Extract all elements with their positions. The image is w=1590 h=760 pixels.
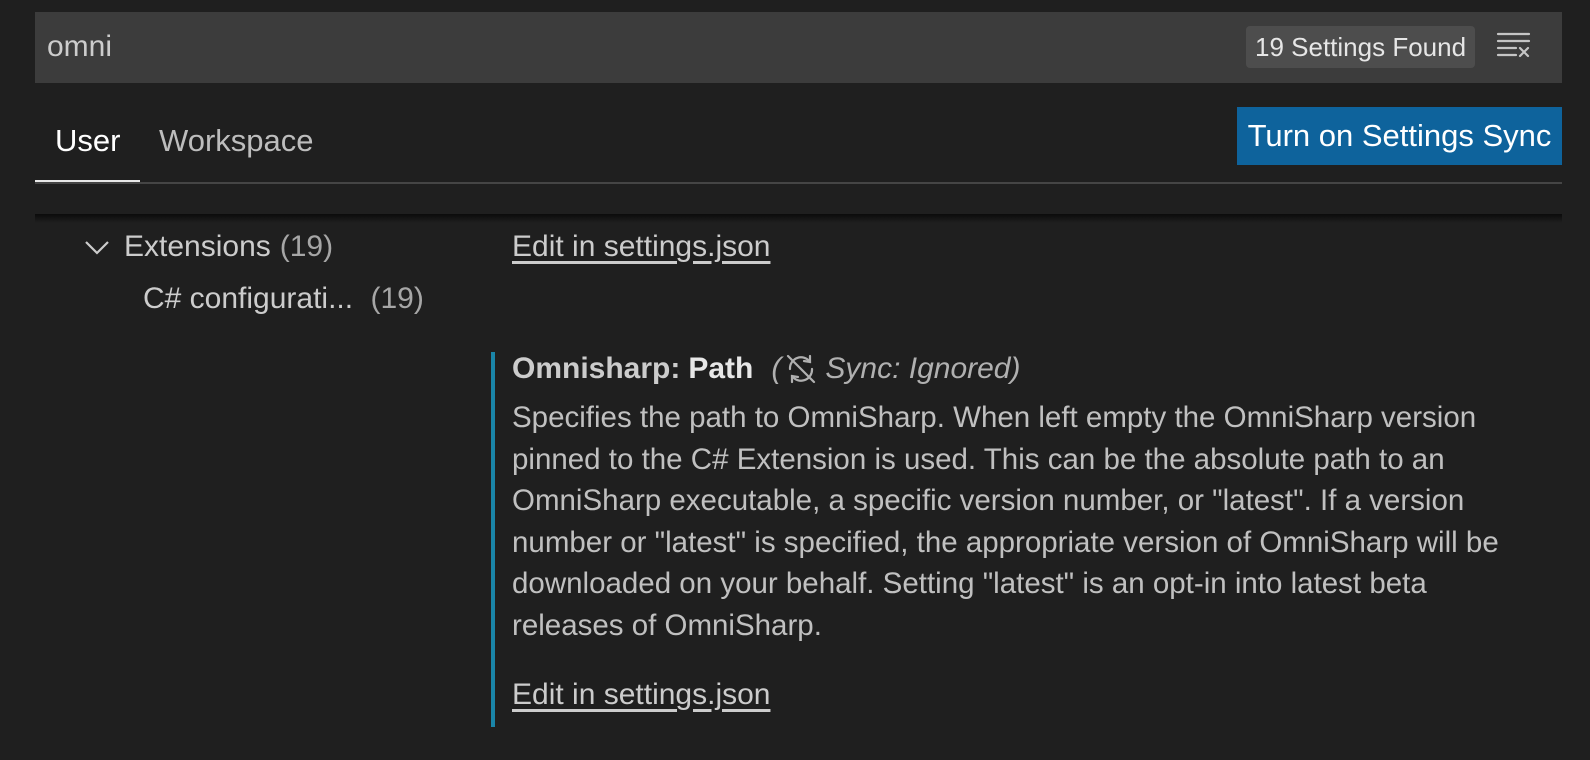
search-input[interactable]: [47, 26, 1197, 68]
setting-category: Omnisharp:: [512, 352, 681, 385]
setting-focus-indicator: [491, 352, 495, 727]
sync-paren-open: (: [771, 352, 782, 385]
tab-user[interactable]: User: [55, 123, 120, 159]
setting-name: Path: [688, 352, 754, 385]
sync-ignored-indicator[interactable]: ( Sync: Ignored): [771, 352, 1020, 386]
toc-group-label: Extensions: [124, 230, 271, 263]
setting-item-omnisharp-path: Omnisharp: Path ( Sync: Ignored) Specifi…: [491, 352, 1551, 727]
tab-workspace-label: Workspace: [159, 123, 314, 158]
toc-item-count: (19): [370, 282, 424, 315]
edit-in-settings-json-link[interactable]: Edit in settings.json: [512, 678, 770, 712]
toc-group-count: (19): [279, 230, 334, 263]
setting-description: Specifies the path to OmniSharp. When le…: [512, 401, 1499, 642]
turn-on-settings-sync-button[interactable]: Turn on Settings Sync: [1237, 107, 1562, 165]
tab-workspace[interactable]: Workspace: [159, 123, 314, 159]
clear-filter-button[interactable]: [1495, 28, 1535, 64]
tabs-divider: [35, 182, 1562, 184]
settings-editor: 19 Settings Found User Workspace Tur: [0, 0, 1590, 760]
edit-in-settings-json-link[interactable]: Edit in settings.json: [512, 230, 770, 264]
setting-title: Omnisharp: Path ( Sync: Ignored): [512, 352, 1020, 386]
clear-filter-icon: [1496, 32, 1531, 58]
results-count-badge: 19 Settings Found: [1246, 26, 1476, 68]
toc-item-csharp-configuration[interactable]: C# configurati... (19): [143, 282, 424, 316]
toc-item-label: C# configurati...: [143, 282, 354, 315]
sync-ignored-label: Sync: Ignored): [825, 352, 1021, 385]
sync-ignored-icon: [787, 354, 816, 384]
search-bar: 19 Settings Found: [35, 12, 1562, 83]
toc-group-extensions[interactable]: Extensions (19): [83, 229, 333, 265]
tab-user-label: User: [55, 123, 121, 158]
chevron-down-icon: [85, 241, 109, 255]
scroll-shadow: [35, 214, 1562, 223]
